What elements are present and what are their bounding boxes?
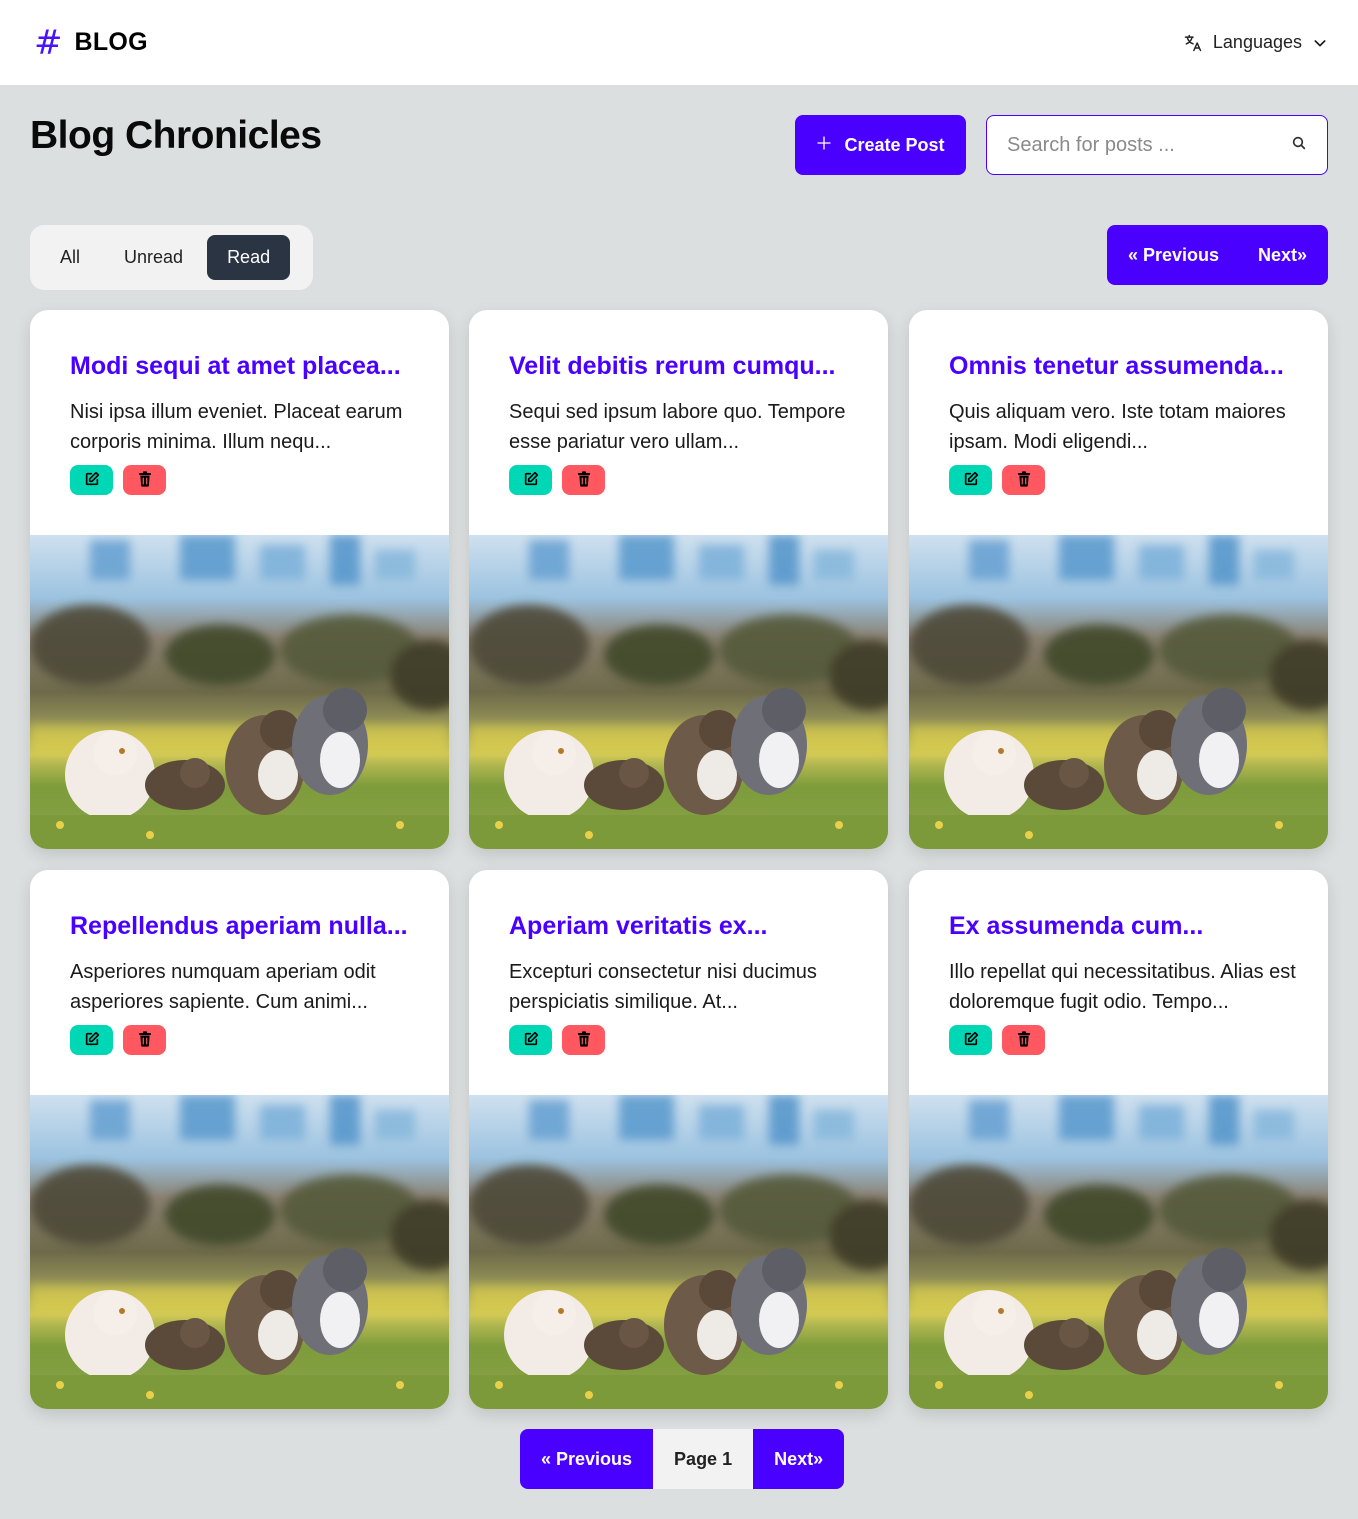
post-title[interactable]: Aperiam veritatis ex...: [509, 912, 859, 941]
chevron-down-icon: [1312, 35, 1328, 51]
edit-post-button[interactable]: [70, 1025, 113, 1055]
post-excerpt: Sequi sed ipsum labore quo. Tempore esse…: [509, 401, 846, 453]
previous-page-button[interactable]: « Previous: [520, 1429, 654, 1489]
delete-post-button[interactable]: [123, 465, 166, 495]
languages-label: Languages: [1212, 32, 1302, 52]
trash-icon: [138, 1030, 152, 1050]
edit-icon: [523, 1031, 539, 1050]
post-card[interactable]: Repellendus aperiam nulla... Asperiores …: [30, 870, 449, 1409]
search-input[interactable]: [1007, 133, 1291, 157]
post-image: [30, 535, 449, 849]
edit-icon: [84, 471, 100, 490]
next-page-button[interactable]: Next»: [753, 1429, 845, 1489]
delete-post-button[interactable]: [562, 1025, 605, 1055]
edit-icon: [523, 471, 539, 490]
post-card[interactable]: Modi sequi at amet placea... Nisi ipsa i…: [30, 310, 449, 849]
trash-icon: [1017, 470, 1031, 490]
post-title[interactable]: Ex assumenda cum...: [949, 912, 1299, 941]
post-card[interactable]: Omnis tenetur assumenda... Quis aliquam …: [909, 310, 1328, 849]
edit-icon: [84, 1031, 100, 1050]
tab-unread[interactable]: Unread: [104, 235, 203, 280]
post-actions: [509, 465, 605, 495]
delete-post-button[interactable]: [123, 1025, 166, 1055]
edit-post-button[interactable]: [509, 465, 552, 495]
translate-icon: [1183, 33, 1203, 53]
tab-all[interactable]: All: [40, 235, 100, 280]
post-actions: [949, 465, 1045, 495]
previous-page-button[interactable]: « Previous: [1128, 245, 1219, 266]
plus-icon: [816, 135, 832, 156]
post-image: [909, 1095, 1328, 1409]
post-excerpt: Excepturi consectetur nisi ducimus persp…: [509, 961, 817, 1013]
top-pagination: « Previous Next»: [1107, 225, 1328, 285]
trash-icon: [138, 470, 152, 490]
hash-icon: #: [34, 22, 63, 63]
brand-name: BLOG: [74, 28, 148, 56]
edit-post-button[interactable]: [949, 465, 992, 495]
post-excerpt: Quis aliquam vero. Iste totam maiores ip…: [949, 401, 1286, 453]
post-card[interactable]: Aperiam veritatis ex... Excepturi consec…: [469, 870, 888, 1409]
delete-post-button[interactable]: [562, 465, 605, 495]
delete-post-button[interactable]: [1002, 1025, 1045, 1055]
read-filter-tabs: All Unread Read: [30, 225, 313, 290]
edit-post-button[interactable]: [70, 465, 113, 495]
search-field: [986, 115, 1328, 175]
post-title[interactable]: Velit debitis rerum cumqu...: [509, 352, 859, 381]
bottom-pagination: « Previous Page 1 Next»: [520, 1429, 845, 1489]
post-excerpt: Illo repellat qui necessitatibus. Alias …: [949, 961, 1296, 1013]
page-title: Blog Chronicles: [30, 114, 322, 157]
delete-post-button[interactable]: [1002, 465, 1045, 495]
post-image: [909, 535, 1328, 849]
post-card[interactable]: Velit debitis rerum cumqu... Sequi sed i…: [469, 310, 888, 849]
edit-post-button[interactable]: [949, 1025, 992, 1055]
trash-icon: [577, 1030, 591, 1050]
post-excerpt: Asperiores numquam aperiam odit asperior…: [70, 961, 376, 1013]
top-navbar: # BLOG Languages: [0, 0, 1358, 85]
current-page-indicator: Page 1: [653, 1429, 754, 1489]
post-title[interactable]: Omnis tenetur assumenda...: [949, 352, 1299, 381]
tab-read[interactable]: Read: [207, 235, 291, 280]
brand[interactable]: # BLOG: [34, 26, 148, 60]
post-title[interactable]: Repellendus aperiam nulla...: [70, 912, 420, 941]
trash-icon: [577, 470, 591, 490]
post-actions: [70, 1025, 166, 1055]
edit-icon: [963, 471, 979, 490]
post-actions: [949, 1025, 1045, 1055]
next-page-button[interactable]: Next»: [1258, 245, 1307, 266]
languages-dropdown[interactable]: Languages: [1183, 32, 1328, 53]
post-image: [30, 1095, 449, 1409]
create-post-button[interactable]: Create Post: [795, 115, 966, 175]
post-title[interactable]: Modi sequi at amet placea...: [70, 352, 420, 381]
post-actions: [509, 1025, 605, 1055]
post-excerpt: Nisi ipsa illum eveniet. Placeat earum c…: [70, 401, 403, 453]
edit-icon: [963, 1031, 979, 1050]
post-actions: [70, 465, 166, 495]
post-image: [469, 535, 888, 849]
create-post-label: Create Post: [844, 134, 945, 155]
post-card[interactable]: Ex assumenda cum... Illo repellat qui ne…: [909, 870, 1328, 1409]
post-image: [469, 1095, 888, 1409]
edit-post-button[interactable]: [509, 1025, 552, 1055]
trash-icon: [1017, 1030, 1031, 1050]
search-icon[interactable]: [1291, 135, 1307, 156]
